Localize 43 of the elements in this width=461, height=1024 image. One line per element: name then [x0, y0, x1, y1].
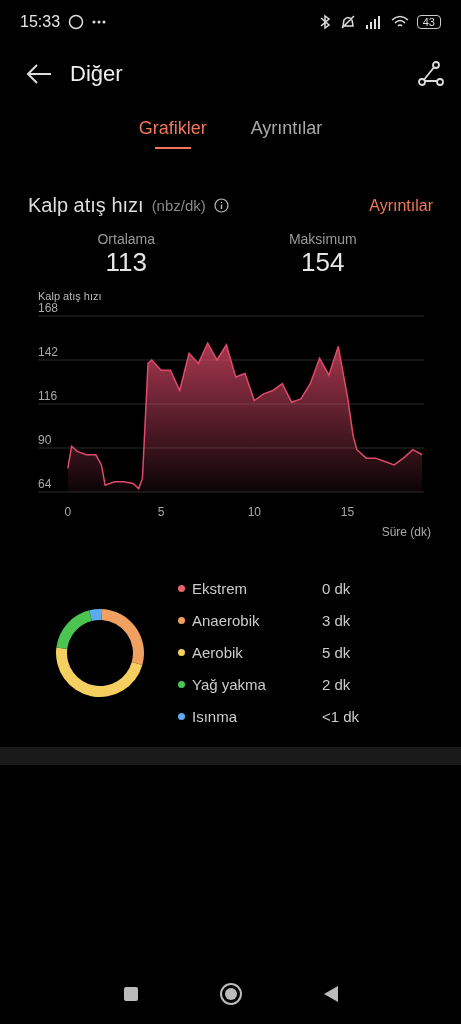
tab[interactable]: Ayrıntılar [250, 118, 323, 168]
back-nav-icon[interactable] [322, 985, 339, 1003]
zone-label: Isınma [192, 708, 238, 725]
x-axis-title: Süre (dk) [381, 525, 431, 539]
zone-label: Aerobik [192, 644, 244, 661]
y-tick-label: 64 [38, 477, 52, 491]
zone-duration: <1 dk [322, 708, 360, 725]
zone-label: Anaerobik [192, 612, 261, 629]
wifi-icon [390, 15, 409, 29]
zone-label: Ekstrem [192, 580, 248, 597]
stat-value: 113 [105, 247, 147, 278]
stat-label: Ortalama [97, 231, 156, 247]
section-title: Kalp atış hızı [28, 194, 144, 217]
zone-duration: 0 dk [322, 580, 352, 597]
zone-label: Yağ yakma [192, 676, 267, 693]
y-tick-label: 142 [38, 345, 59, 359]
stat-value: 154 [301, 247, 345, 278]
zone-duration: 5 dk [322, 644, 352, 661]
x-tick-label: 5 [157, 505, 165, 519]
home-nav-icon[interactable] [218, 982, 243, 1006]
bluetooth-icon [318, 14, 331, 30]
details-link[interactable]: Ayrıntılar [369, 196, 433, 215]
unit-label: (nbz/dk) [151, 197, 206, 214]
x-tick-label: 10 [247, 505, 261, 519]
stat-label: Maksimum [288, 231, 357, 247]
more-icon [92, 20, 107, 24]
zone-duration: 2 dk [322, 676, 352, 693]
square-nav-icon[interactable] [122, 986, 139, 1002]
tab[interactable]: Grafikler [138, 118, 207, 168]
route-icon[interactable] [417, 60, 445, 88]
x-tick-label: 15 [340, 505, 355, 519]
battery-level: 43 [416, 15, 441, 29]
zone-duration: 3 dk [322, 612, 352, 629]
y-axis-title: Kalp atış hızı [38, 290, 102, 302]
page-title: Diğer [70, 61, 124, 87]
back-arrow-icon[interactable] [26, 64, 52, 84]
y-tick-label: 116 [38, 389, 58, 403]
y-tick-label: 90 [38, 433, 52, 447]
info-icon[interactable] [213, 198, 229, 213]
y-tick-label: 168 [38, 301, 59, 315]
x-tick-label: 0 [64, 505, 72, 519]
status-time: 15:33 [20, 13, 61, 31]
signal-icon [364, 15, 383, 29]
